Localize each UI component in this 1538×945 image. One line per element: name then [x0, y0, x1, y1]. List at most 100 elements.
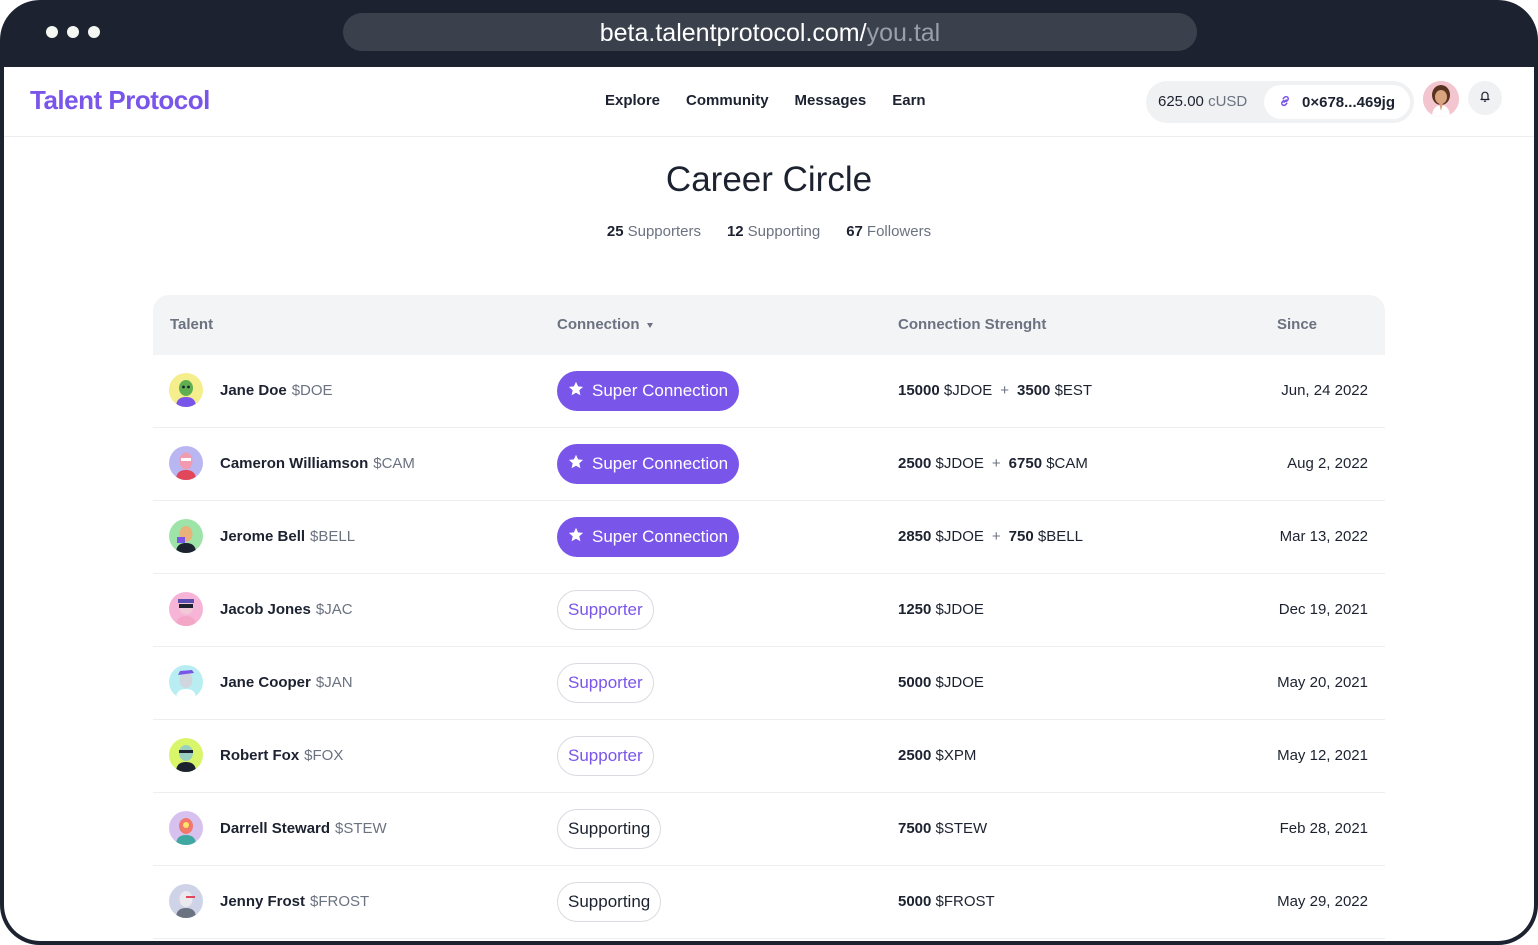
star-icon	[568, 454, 584, 475]
strength-amount: 3500	[1017, 382, 1051, 399]
logo[interactable]: Talent Protocol	[30, 85, 210, 116]
circle-stats: 25 Supporters 12 Supporting 67 Followers	[4, 223, 1534, 240]
wallet-address-button[interactable]: 0×678...469jg	[1264, 85, 1410, 119]
caret-down-icon	[646, 322, 653, 328]
star-icon	[568, 381, 584, 402]
table-row[interactable]: Jane Doe $DOE Super Connection 15000 $JDO…	[153, 355, 1385, 428]
notifications-button[interactable]	[1468, 81, 1502, 115]
talent-name[interactable]: Cameron Williamson	[220, 455, 368, 472]
table-row[interactable]: Jane Cooper $JAN Supporter 5000 $JDOE May…	[153, 647, 1385, 720]
column-connection-sort[interactable]: Connection	[557, 316, 653, 333]
talent-avatar	[169, 519, 203, 553]
stat-label: Supporting	[747, 223, 821, 240]
talent-avatar	[169, 738, 203, 772]
strength-amount: 1250	[898, 601, 932, 618]
stat-supporters[interactable]: 25 Supporters	[607, 223, 701, 240]
star-icon	[568, 527, 584, 548]
talent-avatar	[169, 446, 203, 480]
talent-name[interactable]: Darrell Steward	[220, 820, 330, 837]
talent-name[interactable]: Jacob Jones	[220, 601, 311, 618]
table-row[interactable]: Jacob Jones $JAC Supporter 1250 $JDOE Dec…	[153, 574, 1385, 647]
talent-name[interactable]: Jenny Frost	[220, 893, 305, 910]
nav-explore[interactable]: Explore	[605, 92, 660, 109]
table-row[interactable]: Cameron Williamson $CAM Super Connection …	[153, 428, 1385, 501]
since-date: Aug 2, 2022	[1287, 455, 1368, 472]
nav-community[interactable]: Community	[686, 92, 769, 109]
stat-supporting[interactable]: 12 Supporting	[727, 223, 820, 240]
browser-frame: beta.talentprotocol.com/you.tal Talent P…	[0, 0, 1538, 945]
window-dot[interactable]	[88, 26, 100, 38]
strength-token: $JDOE	[943, 382, 993, 399]
strength-amount: 2500	[898, 455, 932, 472]
connection-strength: 2500 $JDOE +6750 $CAM	[898, 455, 1088, 472]
address-bar[interactable]: beta.talentprotocol.com/you.tal	[343, 13, 1197, 51]
table-header: Talent Connection Connection Strenght Si…	[153, 295, 1385, 355]
wallet-widget[interactable]: 625.00 cUSD 0×678...469jg	[1146, 81, 1414, 123]
supporting-badge[interactable]: Supporting	[557, 882, 662, 922]
strength-amount: 15000	[898, 382, 940, 399]
window-controls	[46, 26, 100, 38]
column-talent: Talent	[170, 316, 214, 333]
strength-token: $FROST	[935, 893, 995, 910]
strength-token: $EST	[1054, 382, 1093, 399]
stat-count: 67	[846, 223, 863, 240]
connection-label: Super Connection	[592, 381, 729, 400]
career-circle-table: Talent Connection Connection Strenght Si…	[153, 295, 1385, 939]
connection-strength: 1250 $JDOE	[898, 601, 984, 618]
table-row[interactable]: Jerome Bell $BELL Super Connection 2850 $…	[153, 501, 1385, 574]
since-date: Feb 28, 2021	[1279, 820, 1368, 837]
talent-avatar	[169, 373, 203, 407]
url-path: you.tal	[866, 19, 941, 47]
supporter-badge[interactable]: Supporter	[557, 590, 654, 630]
strength-token: $JDOE	[935, 601, 984, 618]
talent-avatar	[169, 884, 203, 918]
connection-label: Super Connection	[592, 527, 729, 546]
top-navigation: Talent Protocol Explore Community Messag…	[4, 67, 1534, 137]
strength-amount: 2500	[898, 747, 932, 764]
connection-strength: 15000 $JDOE +3500 $EST	[898, 382, 1092, 399]
stat-count: 25	[606, 223, 624, 240]
table-row[interactable]: Robert Fox $FOX Supporter 2500 $XPM May 1…	[153, 720, 1385, 793]
window-dot[interactable]	[67, 26, 79, 38]
stat-count: 12	[726, 223, 744, 240]
super-connection-badge[interactable]: Super Connection	[557, 444, 740, 484]
talent-token: $FOX	[304, 747, 344, 764]
page-content: Talent Protocol Explore Community Messag…	[4, 67, 1534, 941]
supporter-badge[interactable]: Supporter	[557, 663, 654, 703]
strength-token: $XPM	[935, 747, 977, 764]
talent-name[interactable]: Jane Doe	[220, 382, 287, 399]
plus-sign: +	[991, 455, 1001, 472]
nav-earn[interactable]: Earn	[892, 92, 925, 109]
stat-followers[interactable]: 67 Followers	[846, 223, 931, 240]
connection-strength: 7500 $STEW	[898, 820, 987, 837]
strength-token: $JDOE	[935, 528, 984, 545]
table-row[interactable]: Darrell Steward $STEW Supporting 7500 $ST…	[153, 793, 1385, 866]
window-dot[interactable]	[46, 26, 58, 38]
talent-name[interactable]: Jerome Bell	[220, 528, 305, 545]
since-date: May 20, 2021	[1277, 674, 1368, 691]
strength-amount: 5000	[898, 674, 932, 691]
super-connection-badge[interactable]: Super Connection	[557, 371, 740, 411]
column-connection: Connection	[557, 316, 640, 333]
talent-name[interactable]: Robert Fox	[220, 747, 299, 764]
supporter-badge[interactable]: Supporter	[557, 736, 654, 776]
talent-avatar	[169, 592, 203, 626]
strength-amount: 7500	[898, 820, 932, 837]
user-avatar[interactable]	[1423, 81, 1459, 117]
column-connection-strength: Connection Strenght	[898, 316, 1047, 333]
super-connection-badge[interactable]: Super Connection	[557, 517, 740, 557]
column-since: Since	[1277, 316, 1318, 333]
plus-sign: +	[1000, 382, 1010, 399]
supporting-badge[interactable]: Supporting	[557, 809, 662, 849]
connection-label: Super Connection	[592, 454, 729, 473]
since-date: May 12, 2021	[1277, 747, 1368, 764]
talent-name[interactable]: Jane Cooper	[220, 674, 311, 691]
since-date: Dec 19, 2021	[1278, 601, 1368, 618]
stat-label: Supporters	[627, 223, 701, 240]
nav-messages[interactable]: Messages	[795, 92, 867, 109]
talent-token: $STEW	[335, 820, 387, 837]
balance: 625.00 cUSD	[1158, 93, 1247, 110]
since-date: Jun, 24 2022	[1281, 382, 1368, 399]
table-row[interactable]: Jenny Frost $FROST Supporting 5000 $FROST…	[153, 866, 1385, 939]
strength-token: $CAM	[1046, 455, 1088, 472]
